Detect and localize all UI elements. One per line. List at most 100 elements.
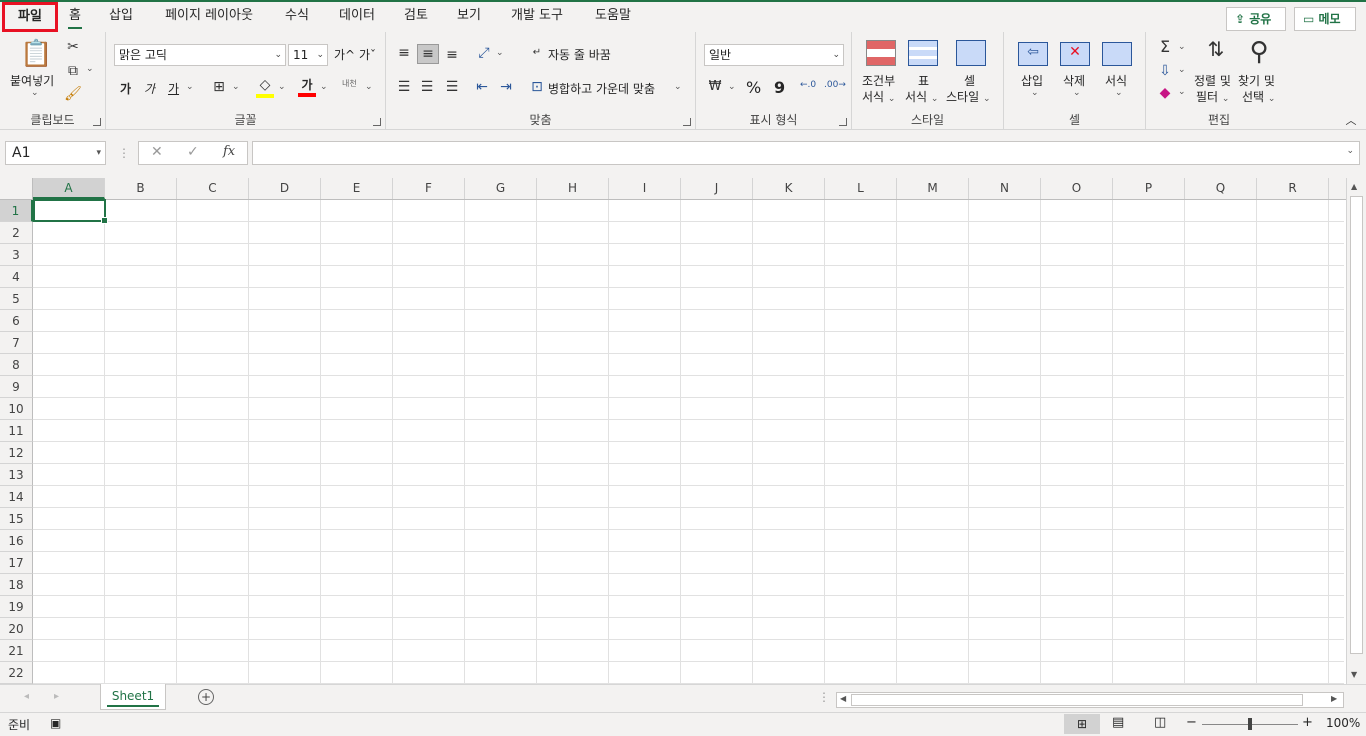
- scroll-left-icon[interactable]: ◀: [840, 694, 846, 703]
- clear-icon[interactable]: ◆: [1156, 84, 1174, 102]
- add-sheet-icon[interactable]: +: [198, 689, 214, 705]
- row-header-18[interactable]: 18: [0, 574, 33, 596]
- clear-dropdown-icon[interactable]: ⌄: [1178, 87, 1186, 97]
- phonetic-button[interactable]: 내천: [342, 78, 357, 89]
- column-header-a[interactable]: A: [33, 178, 105, 199]
- column-header-p[interactable]: P: [1113, 178, 1185, 199]
- orientation-icon[interactable]: ⤢: [474, 44, 494, 62]
- column-header-q[interactable]: Q: [1185, 178, 1257, 199]
- alignment-launcher-icon[interactable]: [683, 118, 691, 126]
- copy-dropdown-icon[interactable]: ⌄: [86, 64, 94, 74]
- cell-styles-button[interactable]: 스타일 ⌄: [946, 88, 991, 105]
- grow-font-button[interactable]: 가^: [334, 46, 355, 63]
- merge-center-button[interactable]: 병합하고 가운데 맞춤: [548, 80, 655, 97]
- tab-view[interactable]: 보기: [449, 2, 489, 32]
- expand-formula-icon[interactable]: ⌄: [1346, 146, 1354, 156]
- shrink-font-button[interactable]: 가ˇ: [359, 46, 376, 63]
- format-cells-icon[interactable]: [1102, 42, 1132, 66]
- row-header-9[interactable]: 9: [0, 376, 33, 398]
- font-name-select[interactable]: 맑은 고딕 ⌄: [114, 44, 286, 66]
- percent-button[interactable]: %: [746, 78, 761, 97]
- column-header-f[interactable]: F: [393, 178, 465, 199]
- clipboard-launcher-icon[interactable]: [93, 118, 101, 126]
- italic-button[interactable]: 가: [144, 80, 155, 97]
- row-header-15[interactable]: 15: [0, 508, 33, 530]
- page-break-view-icon[interactable]: ◫: [1154, 715, 1166, 730]
- prev-sheet-icon[interactable]: ◂: [24, 691, 29, 702]
- row-header-2[interactable]: 2: [0, 222, 33, 244]
- find-select-icon[interactable]: ⚲: [1242, 36, 1276, 68]
- cell-styles-label-1[interactable]: 셀: [964, 72, 975, 89]
- cell-styles-icon[interactable]: [956, 40, 986, 66]
- format-painter-icon[interactable]: 🖌: [64, 85, 82, 103]
- row-header-1[interactable]: 1: [0, 200, 33, 222]
- underline-button[interactable]: 가: [168, 80, 179, 97]
- tab-home[interactable]: 홈: [62, 2, 88, 32]
- font-size-select[interactable]: 11 ⌄: [288, 44, 328, 66]
- row-header-4[interactable]: 4: [0, 266, 33, 288]
- column-header-e[interactable]: E: [321, 178, 393, 199]
- normal-view-icon[interactable]: ⊞: [1064, 714, 1100, 734]
- row-header-14[interactable]: 14: [0, 486, 33, 508]
- merge-center-icon[interactable]: ⊡: [528, 78, 546, 96]
- zoom-slider-thumb[interactable]: [1248, 718, 1252, 730]
- column-header-c[interactable]: C: [177, 178, 249, 199]
- insert-function-icon[interactable]: fx: [223, 144, 235, 159]
- column-header-b[interactable]: B: [105, 178, 177, 199]
- merge-dropdown-icon[interactable]: ⌄: [674, 82, 682, 92]
- align-top-icon[interactable]: ≡: [394, 44, 414, 62]
- tab-data[interactable]: 데이터: [330, 2, 384, 32]
- comments-button[interactable]: ▭ 메모: [1294, 7, 1356, 31]
- autosum-icon[interactable]: Σ: [1156, 38, 1174, 56]
- vertical-scrollbar[interactable]: ▲ ▼: [1346, 178, 1366, 684]
- currency-icon[interactable]: ₩: [704, 78, 726, 96]
- scroll-right-icon[interactable]: ▶: [1331, 694, 1337, 703]
- autosum-dropdown-icon[interactable]: ⌄: [1178, 42, 1186, 52]
- wrap-text-button[interactable]: 자동 줄 바꿈: [548, 46, 611, 63]
- find-select-label-1[interactable]: 찾기 및: [1238, 72, 1275, 89]
- next-sheet-icon[interactable]: ▸: [54, 691, 59, 702]
- insert-cells-button[interactable]: 삽입: [1021, 72, 1043, 89]
- orientation-dropdown-icon[interactable]: ⌄: [496, 48, 504, 58]
- cancel-entry-icon[interactable]: ✕: [151, 144, 163, 160]
- row-header-16[interactable]: 16: [0, 530, 33, 552]
- format-cells-button[interactable]: 서식: [1105, 72, 1127, 89]
- tab-insert[interactable]: 삽입: [101, 2, 141, 32]
- row-header-7[interactable]: 7: [0, 332, 33, 354]
- align-right-icon[interactable]: ☰: [442, 78, 462, 96]
- horizontal-scroll-thumb[interactable]: [851, 694, 1303, 706]
- format-as-table-button[interactable]: 서식 ⌄: [905, 88, 938, 105]
- font-launcher-icon[interactable]: [373, 118, 381, 126]
- comma-button[interactable]: 9: [774, 78, 785, 97]
- column-header-n[interactable]: N: [969, 178, 1041, 199]
- align-middle-icon[interactable]: ≡: [417, 44, 439, 64]
- column-header-d[interactable]: D: [249, 178, 321, 199]
- delete-cells-dropdown-icon[interactable]: ⌄: [1073, 88, 1081, 98]
- align-bottom-icon[interactable]: ≡: [442, 46, 462, 64]
- name-box[interactable]: A1 ▾: [5, 141, 106, 165]
- row-header-21[interactable]: 21: [0, 640, 33, 662]
- copy-icon[interactable]: ⧉: [64, 62, 82, 80]
- font-color-dropdown-icon[interactable]: ⌄: [320, 82, 328, 92]
- tab-developer[interactable]: 개발 도구: [501, 2, 573, 32]
- decrease-decimal-button[interactable]: .00→: [824, 80, 846, 90]
- tab-help[interactable]: 도움말: [586, 2, 640, 32]
- increase-indent-icon[interactable]: ⇥: [496, 78, 516, 96]
- column-header-h[interactable]: H: [537, 178, 609, 199]
- conditional-format-icon[interactable]: [866, 40, 896, 66]
- underline-dropdown-icon[interactable]: ⌄: [186, 82, 194, 92]
- fill-dropdown-icon[interactable]: ⌄: [1178, 65, 1186, 75]
- active-cell[interactable]: [33, 199, 108, 224]
- share-button[interactable]: ⇪ 공유: [1226, 7, 1286, 31]
- split-grip-icon[interactable]: ⋮: [818, 690, 830, 704]
- fill-color-dropdown-icon[interactable]: ⌄: [278, 82, 286, 92]
- bold-button[interactable]: 가: [120, 80, 131, 97]
- horizontal-scrollbar[interactable]: ◀ ▶: [836, 692, 1344, 708]
- insert-cells-icon[interactable]: ⇦: [1018, 42, 1048, 66]
- row-header-12[interactable]: 12: [0, 442, 33, 464]
- cut-icon[interactable]: ✂: [64, 38, 82, 56]
- zoom-out-button[interactable]: −: [1186, 715, 1197, 730]
- format-as-table-label-1[interactable]: 표: [918, 72, 929, 89]
- paste-icon[interactable]: 📋: [20, 38, 52, 70]
- column-header-l[interactable]: L: [825, 178, 897, 199]
